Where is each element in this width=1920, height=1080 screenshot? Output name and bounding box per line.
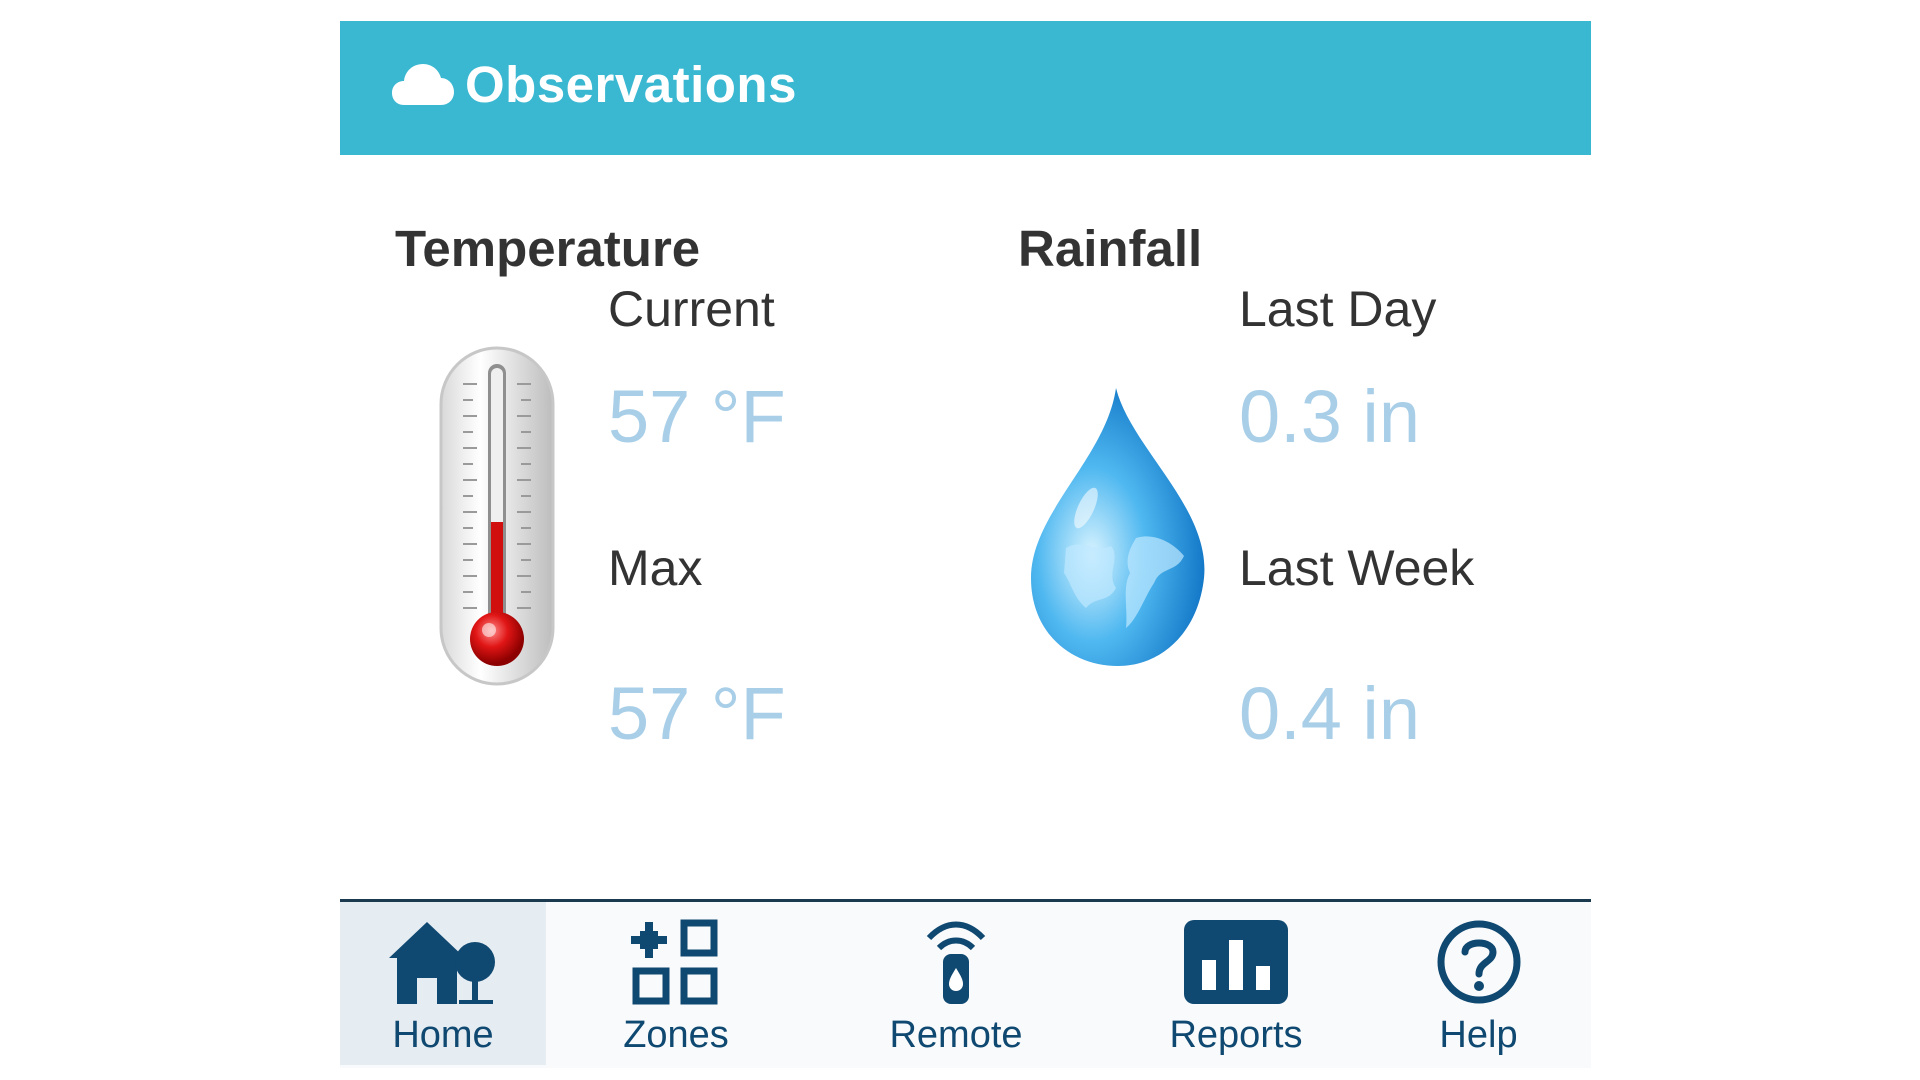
current-temperature-value: 57 °F — [608, 375, 786, 458]
nav-home-label: Home — [392, 1014, 494, 1056]
nav-help-label: Help — [1439, 1014, 1518, 1056]
last-day-rainfall-value: 0.3 in — [1239, 375, 1421, 458]
remote-icon — [926, 921, 986, 1004]
observations-panel: Observations Temperature Current 57 °F M… — [340, 21, 1591, 1068]
thermometer-icon — [439, 346, 555, 686]
nav-remote[interactable]: Remote — [806, 902, 1106, 1065]
nav-help[interactable]: Help — [1366, 902, 1591, 1065]
water-drop-globe-icon — [1031, 388, 1205, 666]
nav-zones-label: Zones — [623, 1014, 729, 1056]
help-icon — [1437, 920, 1520, 1004]
nav-reports-label: Reports — [1169, 1014, 1303, 1056]
nav-home[interactable]: Home — [340, 902, 546, 1065]
bottom-navigation: Home Zones Remote Reports Help — [340, 899, 1591, 1068]
temperature-title: Temperature — [395, 220, 701, 277]
nav-remote-label: Remote — [889, 1014, 1023, 1056]
cloud-icon — [392, 64, 454, 105]
last-week-rainfall-value: 0.4 in — [1239, 672, 1421, 755]
max-temperature-label: Max — [608, 540, 703, 596]
home-icon — [389, 922, 495, 1004]
last-week-rainfall-label: Last Week — [1239, 540, 1475, 596]
last-day-rainfall-label: Last Day — [1239, 281, 1437, 337]
nav-zones[interactable]: Zones — [546, 902, 806, 1065]
reports-icon — [1184, 920, 1288, 1004]
max-temperature-value: 57 °F — [608, 672, 786, 755]
current-temperature-label: Current — [608, 281, 775, 337]
observations-header: Observations — [340, 21, 1591, 155]
zones-icon — [631, 919, 718, 1005]
rainfall-title: Rainfall — [1018, 220, 1203, 277]
nav-reports[interactable]: Reports — [1106, 902, 1366, 1065]
page-title: Observations — [465, 56, 797, 113]
